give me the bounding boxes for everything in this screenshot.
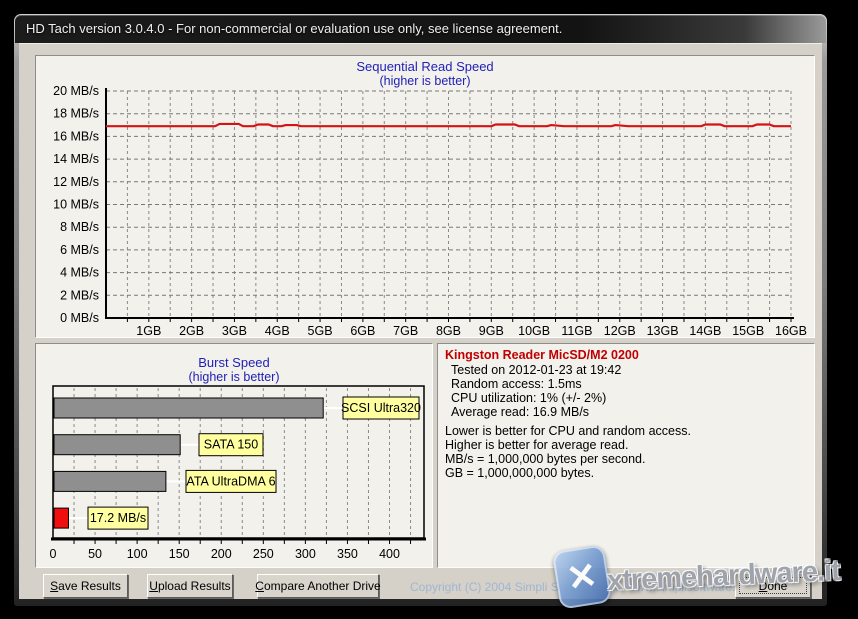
desktop: { "titlebar": { "title": "HD Tach versio… <box>0 0 858 619</box>
info-line: MB/s = 1,000,000 bytes per second. <box>445 452 691 466</box>
svg-text:4GB: 4GB <box>265 324 290 337</box>
window-titlebar[interactable]: HD Tach version 3.0.4.0 - For non-commer… <box>15 15 826 43</box>
info-line: Tested on 2012-01-23 at 19:42 <box>451 363 621 377</box>
window-client-area: Sequential Read Speed (higher is better)… <box>19 43 822 599</box>
info-line: CPU utilization: 1% (+/- 2%) <box>451 391 621 405</box>
svg-text:6 MB/s: 6 MB/s <box>60 243 99 257</box>
upload-results-button[interactable]: Upload Results <box>147 574 233 598</box>
burst-speed-chart: 0 50 100 150 200 250 300 350 400 SCSI Ultra320 SAT… <box>36 344 432 567</box>
drive-info-panel: Kingston Reader MicSD/M2 0200 Tested on … <box>437 343 815 568</box>
info-line: GB = 1,000,000,000 bytes. <box>445 466 691 480</box>
svg-text:16GB: 16GB <box>775 324 807 337</box>
svg-text:SCSI Ultra320: SCSI Ultra320 <box>341 401 421 415</box>
svg-text:300: 300 <box>295 547 316 561</box>
svg-text:9GB: 9GB <box>479 324 504 337</box>
svg-text:100: 100 <box>127 547 148 561</box>
svg-text:10 MB/s: 10 MB/s <box>53 198 99 212</box>
svg-text:20 MB/s: 20 MB/s <box>53 84 99 98</box>
save-results-button[interactable]: Save Results <box>43 574 128 598</box>
svg-text:4 MB/s: 4 MB/s <box>60 266 99 280</box>
drive-stats: Tested on 2012-01-23 at 19:42Random acce… <box>451 363 621 419</box>
info-line: Lower is better for CPU and random acces… <box>445 424 691 438</box>
svg-text:0: 0 <box>50 547 57 561</box>
svg-text:12 MB/s: 12 MB/s <box>53 175 99 189</box>
svg-text:18 MB/s: 18 MB/s <box>53 107 99 121</box>
benchmark-notes: Lower is better for CPU and random acces… <box>445 424 691 480</box>
svg-text:250: 250 <box>253 547 274 561</box>
svg-text:3GB: 3GB <box>222 324 247 337</box>
svg-text:15GB: 15GB <box>732 324 764 337</box>
svg-text:14 MB/s: 14 MB/s <box>53 152 99 166</box>
svg-text:2GB: 2GB <box>179 324 204 337</box>
svg-text:13GB: 13GB <box>647 324 679 337</box>
info-line: Higher is better for average read. <box>445 438 691 452</box>
xtremehardware-logo-icon: ✕ <box>552 544 612 609</box>
svg-text:12GB: 12GB <box>604 324 636 337</box>
svg-text:10GB: 10GB <box>518 324 550 337</box>
burst-speed-chart-panel: Burst Speed (higher is better) 050100150… <box>35 343 433 568</box>
svg-text:5GB: 5GB <box>308 324 333 337</box>
sequential-read-chart: 0 MB/s 2 MB/s 4 MB/s 6 MB/s 8 MB/s 10 MB/s 12 … <box>36 56 814 337</box>
info-line: Random access: 1.5ms <box>451 377 621 391</box>
window-title: HD Tach version 3.0.4.0 - For non-commer… <box>26 21 562 36</box>
svg-text:8 MB/s: 8 MB/s <box>60 220 99 234</box>
compare-another-drive-button[interactable]: Compare Another Drive <box>257 574 379 598</box>
sequential-read-chart-panel: Sequential Read Speed (higher is better)… <box>35 55 815 338</box>
svg-text:17.2 MB/s: 17.2 MB/s <box>90 511 146 525</box>
svg-text:2 MB/s: 2 MB/s <box>60 288 99 302</box>
svg-text:50: 50 <box>88 547 102 561</box>
drive-name: Kingston Reader MicSD/M2 0200 <box>445 348 639 362</box>
svg-text:400: 400 <box>379 547 400 561</box>
svg-text:ATA UltraDMA 6: ATA UltraDMA 6 <box>186 474 275 488</box>
svg-text:SATA 150: SATA 150 <box>204 438 258 452</box>
svg-text:6GB: 6GB <box>350 324 375 337</box>
svg-text:8GB: 8GB <box>436 324 461 337</box>
svg-text:150: 150 <box>169 547 190 561</box>
svg-text:11GB: 11GB <box>561 324 592 337</box>
svg-text:16 MB/s: 16 MB/s <box>53 129 99 143</box>
svg-text:7GB: 7GB <box>393 324 418 337</box>
info-line: Average read: 16.9 MB/s <box>451 405 621 419</box>
svg-text:350: 350 <box>337 547 358 561</box>
hdtach-window: HD Tach version 3.0.4.0 - For non-commer… <box>14 14 827 606</box>
svg-text:0 MB/s: 0 MB/s <box>60 311 99 325</box>
svg-text:14GB: 14GB <box>689 324 721 337</box>
svg-text:1GB: 1GB <box>136 324 161 337</box>
svg-text:200: 200 <box>211 547 232 561</box>
